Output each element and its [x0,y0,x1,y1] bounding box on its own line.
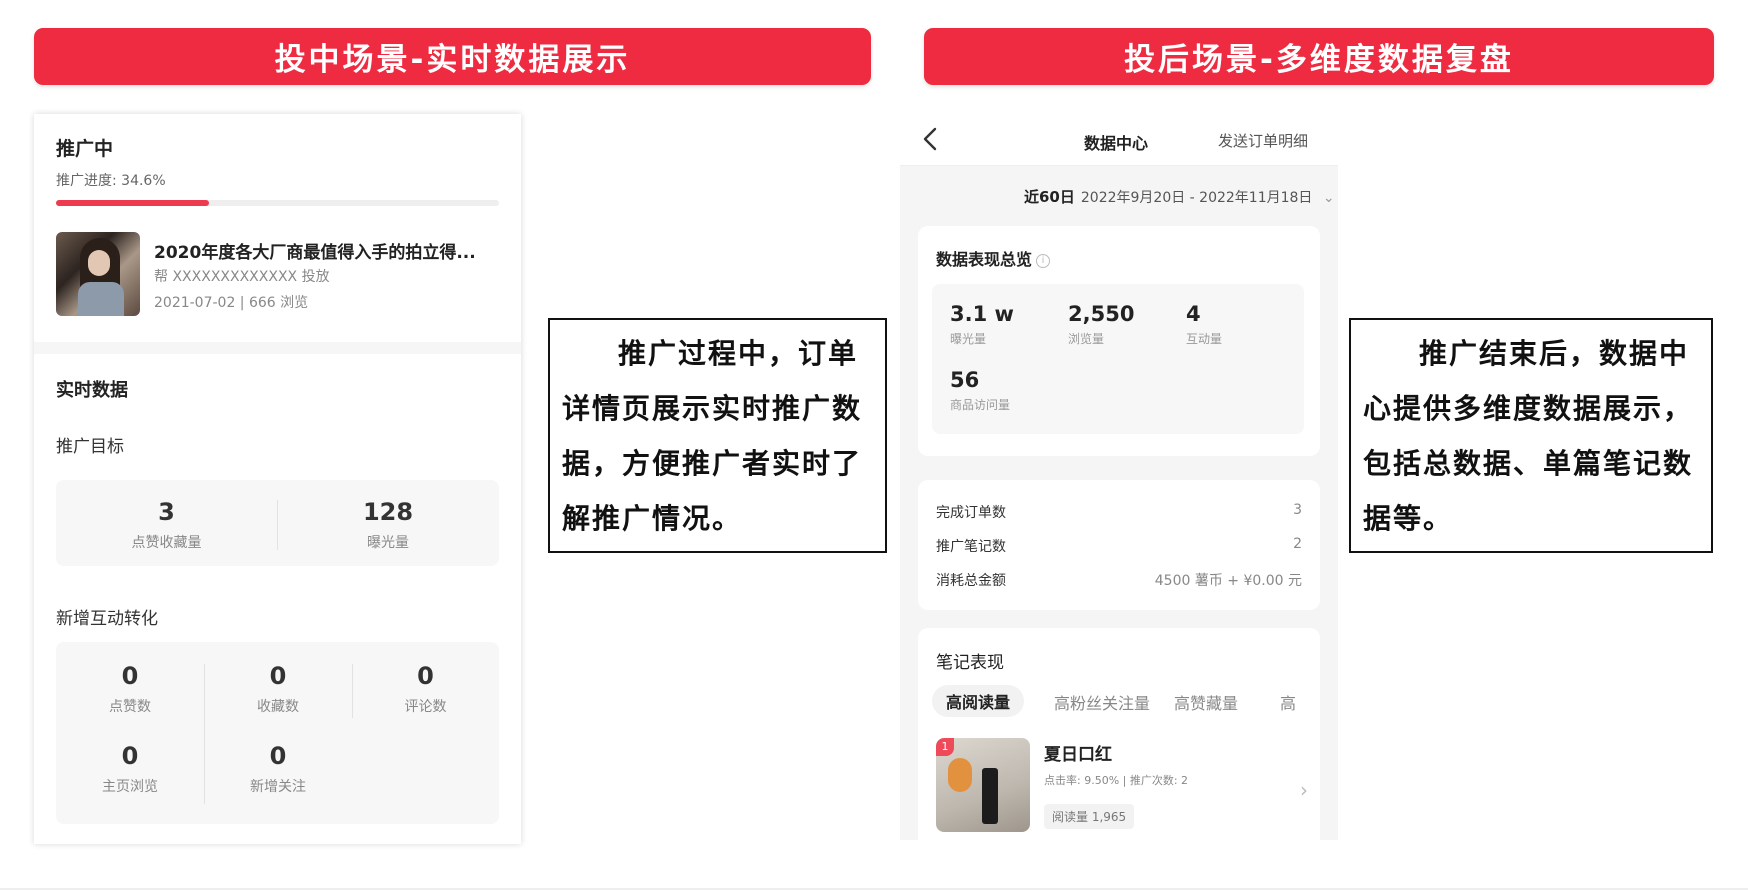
overview-title: 数据表现总览 i [936,246,1051,270]
date-range-label: 近60日 [1024,188,1075,206]
stat-label: 点赞数 [109,699,151,715]
stat-value: 128 [362,498,414,526]
note-name[interactable]: 夏日口红 [1044,740,1112,765]
summary-row: 完成订单数 3 [936,502,1302,522]
overview-stat: 2,550 浏览量 [1068,302,1134,347]
right-section-banner: 投后场景-多维度数据复盘 [924,28,1714,85]
stat-value: 56 [950,368,980,392]
data-center-screen: 数据中心 发送订单明细 近60日 2022年9月20日 - 2022年11月18日… [900,114,1338,840]
note-meta: 2021-07-02 | 666 浏览 [154,295,309,311]
order-detail-card: 推广中 推广进度: 34.6% 2020年度各大厂商最值得入手的拍立得... 帮… [34,114,521,844]
notes-title: 笔记表现 [936,653,1004,673]
goal-stats-box: 3 点赞收藏量 128 曝光量 [56,480,499,566]
back-chevron-icon[interactable] [920,126,942,152]
stat-value: 0 [417,662,434,690]
note-title[interactable]: 2020年度各大厂商最值得入手的拍立得... [154,238,504,263]
stat-label: 收藏数 [257,699,299,715]
stat-label: 点赞收藏量 [131,535,202,551]
overview-stat: 3.1 w 曝光量 [950,302,1014,347]
stat-label: 新增关注 [250,779,306,795]
stat-label: 曝光量 [367,535,409,551]
notes-card: 笔记表现 高阅读量 高粉丝关注量 高赞藏量 高 1 夏日口红 点击率: 9.50… [918,628,1320,840]
send-order-details-link[interactable]: 发送订单明细 [1218,130,1308,151]
interaction-stat: 0 主页浏览 [56,742,204,796]
interaction-stat: 0 收藏数 [204,662,352,716]
goal-stat: 3 点赞收藏量 [56,498,277,552]
summary-value: 2 [1293,536,1302,552]
progress-bar [56,200,499,206]
realtime-data-title: 实时数据 [56,380,128,401]
date-range-selector[interactable]: 近60日 2022年9月20日 - 2022年11月18日 ⌄ [1024,186,1335,207]
overview-stat: 4 互动量 [1186,302,1222,347]
overview-stats-box: 3.1 w 曝光量 2,550 浏览量 4 互动量 56 商品访问量 [932,284,1304,434]
progress-label: 推广进度: 34.6% [56,173,166,189]
promotion-status: 推广中 [56,138,114,160]
chevron-down-icon: ⌄ [1322,190,1335,206]
summary-card: 完成订单数 3 推广笔记数 2 消耗总金额 4500 薯币 + ¥0.00 元 [918,480,1320,610]
nav-title: 数据中心 [1084,134,1149,153]
summary-label: 推广笔记数 [936,539,1006,555]
tab-high-like[interactable]: 高赞藏量 [1174,690,1238,714]
interaction-stat: 0 点赞数 [56,662,204,716]
stat-separator [352,664,353,718]
goal-stat: 128 曝光量 [277,498,499,552]
tab-high-follow[interactable]: 高粉丝关注量 [1054,690,1150,714]
chevron-right-icon[interactable]: › [1300,778,1308,802]
overview-title-text: 数据表现总览 [936,250,1033,269]
right-callout-text: 推广结束后，数据中心提供多维度数据展示，包括总数据、单篇笔记数据等。 [1349,318,1713,553]
section-divider [34,342,521,354]
tab-more[interactable]: 高 [1280,690,1302,714]
tab-high-read[interactable]: 高阅读量 [932,685,1025,717]
summary-label: 消耗总金额 [936,573,1006,589]
stat-label: 评论数 [404,699,447,715]
overview-card: 数据表现总览 i 3.1 w 曝光量 2,550 浏览量 4 互动量 56 商品访… [918,226,1320,456]
interaction-title: 新增互动转化 [56,609,158,629]
summary-value: 4500 薯币 + ¥0.00 元 [1154,573,1302,589]
stat-value: 3 [158,498,175,526]
stat-label: 曝光量 [950,332,987,346]
stat-label: 互动量 [1186,332,1223,346]
stat-value: 3.1 w [950,302,1014,326]
stat-value: 0 [121,742,139,770]
left-callout-text: 推广过程中，订单详情页展示实时推广数据，方便推广者实时了解推广情况。 [548,318,887,553]
nav-bar: 数据中心 发送订单明细 [900,114,1338,166]
date-range-value: 2022年9月20日 - 2022年11月18日 [1080,190,1313,206]
summary-row: 消耗总金额 4500 薯币 + ¥0.00 元 [936,570,1302,590]
note-thumbnail[interactable] [56,232,140,316]
stat-value: 2,550 [1068,302,1135,326]
stat-label: 商品访问量 [950,398,1011,412]
stat-value: 0 [121,662,139,690]
overview-stat: 56 商品访问量 [950,368,1010,413]
stat-separator [204,664,205,804]
progress-bar-fill [56,200,210,206]
info-icon[interactable]: i [1036,253,1051,268]
interaction-stats-box: 0 点赞数 0 收藏数 0 评论数 0 主页浏览 0 新增关注 [56,642,499,824]
goal-title: 推广目标 [56,437,124,457]
summary-value: 3 [1293,502,1302,518]
stat-value: 4 [1186,302,1201,326]
left-section-banner: 投中场景-实时数据展示 [34,28,871,85]
note-stats: 点击率: 9.50% | 推广次数: 2 [1044,774,1189,787]
summary-row: 推广笔记数 2 [936,536,1302,556]
interaction-stat: 0 评论数 [352,662,499,716]
interaction-stat: 0 新增关注 [204,742,352,796]
summary-label: 完成订单数 [936,505,1006,521]
stat-label: 主页浏览 [102,779,158,795]
read-count-tag: 阅读量 1,965 [1044,804,1135,829]
stat-label: 浏览量 [1068,332,1105,346]
stat-value: 0 [269,742,287,770]
note-promoter: 帮 XXXXXXXXXXXXX 投放 [154,269,330,285]
rank-badge: 1 [936,738,954,756]
stat-value: 0 [269,662,287,690]
note-thumbnail[interactable]: 1 [936,738,1030,832]
